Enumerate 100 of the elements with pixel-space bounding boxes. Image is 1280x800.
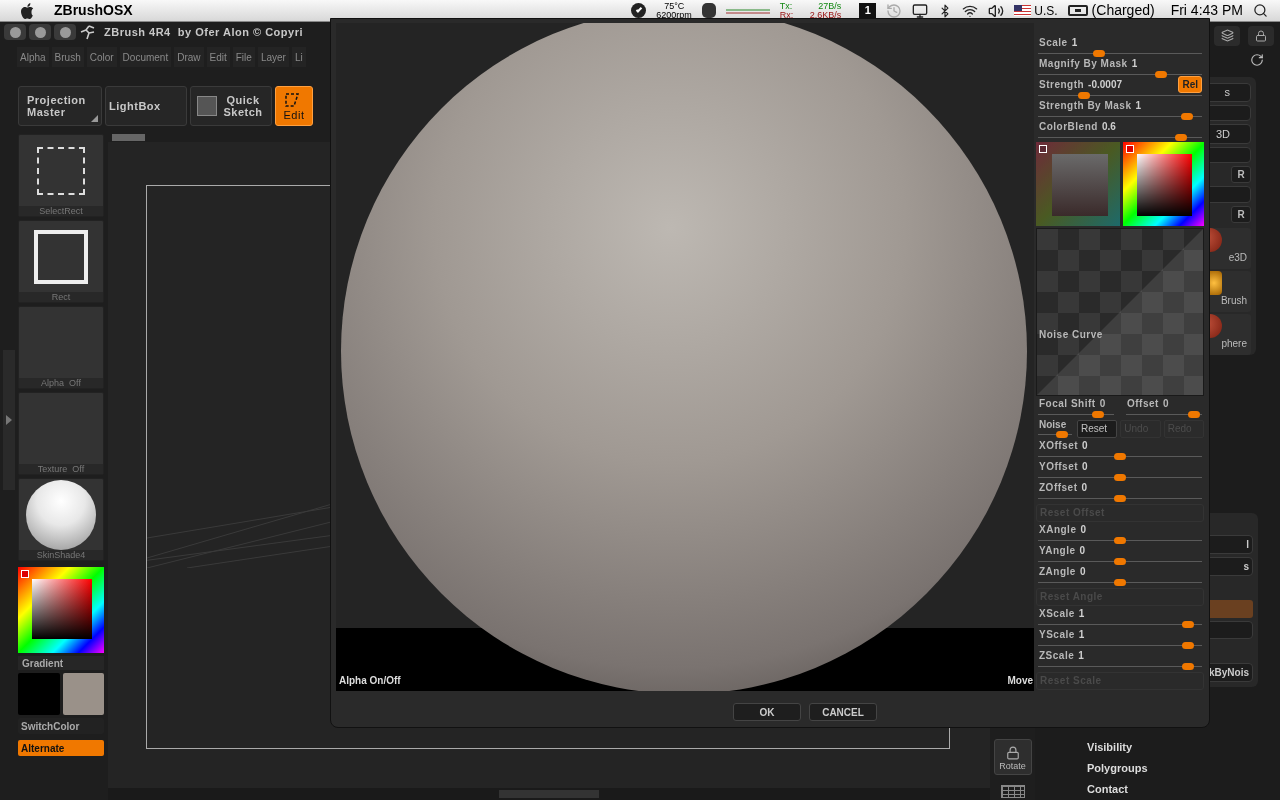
- minimize-window-icon[interactable]: [29, 24, 51, 40]
- slider-thumb[interactable]: [1077, 92, 1090, 99]
- subpalette-title[interactable]: Polygroups: [1087, 758, 1280, 779]
- color-picker[interactable]: [1122, 142, 1204, 226]
- slider-thumb[interactable]: [1056, 431, 1069, 438]
- slider-thumb[interactable]: [1182, 621, 1195, 628]
- small-palette-button[interactable]: R: [1231, 166, 1251, 184]
- shelf-button[interactable]: Quick Sketch: [190, 86, 272, 126]
- tx-label: Tx:: [779, 1, 794, 11]
- color-picker[interactable]: [1036, 142, 1120, 226]
- secondary-color-swatch[interactable]: [62, 673, 104, 715]
- dashed-square-icon: [37, 146, 85, 195]
- volume-icon[interactable]: [988, 2, 1005, 19]
- slider-thumb[interactable]: [1182, 663, 1195, 670]
- menu-clock[interactable]: Fri 4:43 PM: [1170, 0, 1243, 21]
- slider-value: 0: [1082, 460, 1088, 474]
- battery-plug-icon[interactable]: [1067, 5, 1088, 16]
- app-menu[interactable]: Draw: [174, 47, 204, 67]
- dialog-button[interactable]: CANCEL: [809, 703, 877, 721]
- app-menu[interactable]: Edit: [206, 47, 230, 67]
- close-window-icon[interactable]: [4, 24, 26, 40]
- slider-thumb[interactable]: [1092, 411, 1105, 418]
- flag-icon[interactable]: [1014, 5, 1032, 16]
- layers-button[interactable]: [1214, 25, 1240, 46]
- slider-thumb[interactable]: [1114, 579, 1126, 586]
- history-button[interactable]: Reset: [1077, 419, 1118, 438]
- shelf-button[interactable]: Edit: [275, 86, 313, 126]
- app-menu[interactable]: Document: [119, 47, 172, 67]
- spaces-indicator[interactable]: 1: [859, 2, 877, 19]
- slider-thumb[interactable]: [1114, 558, 1126, 565]
- slider-label: XAngle: [1039, 523, 1077, 537]
- slider-label: ColorBlend: [1039, 120, 1098, 134]
- preview-label[interactable]: Alpha On/Off: [339, 673, 401, 688]
- rotate-button[interactable]: Rotate: [993, 739, 1032, 775]
- subpalette-title[interactable]: Visibility: [1087, 737, 1280, 758]
- slider-value: 0: [1079, 565, 1086, 579]
- apple-icon[interactable]: [20, 2, 34, 19]
- collapse-handle[interactable]: [499, 790, 599, 798]
- shelf-button[interactable]: LightBox: [105, 86, 187, 126]
- alternate-toggle[interactable]: Alternate: [18, 740, 104, 756]
- slider-label: XOffset: [1039, 439, 1079, 453]
- slider-thumb[interactable]: [1182, 642, 1195, 649]
- preview-viewport[interactable]: Alpha On/Off Move: [336, 23, 1034, 691]
- app-menu[interactable]: Alpha: [17, 47, 49, 67]
- app-menu[interactable]: File: [232, 47, 255, 67]
- lock-button[interactable]: [1248, 25, 1274, 46]
- slider-label: Magnify By Mask: [1039, 57, 1128, 71]
- tile-label: Brush: [1220, 294, 1248, 307]
- slider-thumb[interactable]: [1114, 474, 1126, 481]
- app-menu-title[interactable]: ZBrushOSX: [54, 0, 133, 21]
- slider-thumb[interactable]: [1114, 453, 1126, 460]
- rx-label: Rx:: [779, 10, 794, 20]
- switch-color-button[interactable]: SwitchColor: [18, 718, 104, 734]
- slider-value: 1: [1135, 99, 1142, 113]
- slider-value: 1: [1078, 649, 1084, 663]
- slider-value: 0: [1080, 523, 1086, 537]
- dialog-button[interactable]: OK: [733, 703, 801, 721]
- slider-thumb[interactable]: [1180, 113, 1193, 120]
- app-menu[interactable]: Li: [291, 47, 306, 67]
- slider-value: 0: [1162, 397, 1169, 411]
- grid-icon[interactable]: [1000, 785, 1025, 798]
- app-menu[interactable]: Color: [86, 47, 117, 67]
- subpalette-title[interactable]: Contact: [1087, 779, 1280, 800]
- slider-value: 1: [1071, 36, 1078, 50]
- clock-arrow-icon[interactable]: [886, 2, 903, 19]
- color-picker[interactable]: [18, 567, 104, 653]
- small-palette-button[interactable]: R: [1231, 205, 1251, 223]
- rel-toggle[interactable]: Rel: [1178, 76, 1202, 93]
- slider-thumb[interactable]: [1155, 71, 1168, 78]
- main-color-swatch[interactable]: [18, 673, 60, 715]
- maximize-window-icon[interactable]: [54, 24, 76, 40]
- slider-thumb[interactable]: [1114, 495, 1126, 502]
- tx-rate: 27B/s: [818, 1, 842, 11]
- tile-label: Texture Off: [19, 464, 103, 474]
- search-icon[interactable]: [1253, 3, 1268, 18]
- tray-handle[interactable]: [3, 350, 15, 490]
- slider-thumb[interactable]: [1092, 50, 1105, 57]
- slider-label: YAngle: [1039, 544, 1076, 558]
- layers-icon: [1220, 29, 1234, 43]
- preview-label[interactable]: Move: [1007, 673, 1033, 688]
- gradient-button[interactable]: Gradient: [18, 656, 104, 670]
- display-icon[interactable]: [912, 2, 929, 19]
- slider-label: XScale: [1039, 607, 1075, 621]
- slider-thumb[interactable]: [1188, 411, 1201, 418]
- check-badge-icon[interactable]: [631, 3, 647, 18]
- app-title: ZBrush 4R4 by Ofer Alon © Copyri: [104, 24, 303, 40]
- refresh-icon[interactable]: [1250, 53, 1264, 68]
- slider-thumb[interactable]: [1114, 537, 1126, 544]
- app-menu[interactable]: Brush: [51, 47, 84, 67]
- battery-status[interactable]: (Charged): [1091, 0, 1155, 21]
- input-source[interactable]: U.S.: [1034, 1, 1058, 20]
- slider-label: Strength By Mask: [1039, 99, 1132, 113]
- shelf-button[interactable]: Projection Master: [18, 86, 102, 126]
- slider-value: 0.6: [1101, 120, 1116, 134]
- noise-curve-graph[interactable]: Noise Curve: [1036, 228, 1204, 396]
- app-menu[interactable]: Layer: [257, 47, 289, 67]
- slider-label: Noise: [1038, 419, 1068, 431]
- slider-thumb[interactable]: [1174, 134, 1187, 141]
- curve-label: Noise Curve: [1039, 328, 1103, 342]
- slider-value: 0: [1081, 481, 1088, 495]
